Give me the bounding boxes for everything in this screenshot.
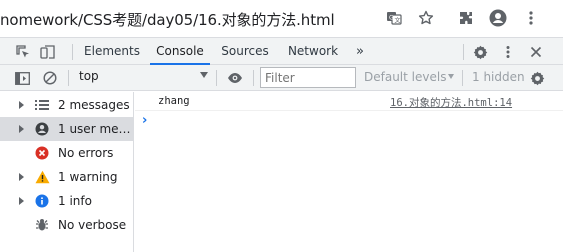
sidebar-toggle-icon[interactable]: [12, 68, 32, 88]
more-vert-icon[interactable]: [498, 42, 518, 62]
sidebar-item-label: No errors: [58, 146, 114, 160]
profile-icon[interactable]: [488, 8, 508, 28]
console-output: zhang 16.对象的方法.html:14 ›: [135, 92, 563, 252]
settings-icon[interactable]: [527, 68, 547, 88]
message-text: zhang: [158, 95, 190, 107]
sidebar-item-errors[interactable]: No errors: [0, 141, 133, 165]
sidebar-item-label: No verbose: [58, 218, 127, 232]
log-levels-dropdown[interactable]: Default levels: [364, 70, 446, 84]
sidebar-item-info[interactable]: 1 info: [0, 189, 133, 213]
sidebar-item-label: 1 user mess...: [58, 122, 133, 136]
bug-icon: [34, 217, 50, 233]
toolbar-divider: [68, 70, 69, 86]
tab-sources[interactable]: Sources: [220, 38, 270, 65]
sidebar-item-label: 2 messages: [58, 98, 130, 112]
expand-arrow-icon[interactable]: [19, 101, 24, 109]
list-icon: [34, 97, 50, 113]
address-bar: nomework/CSS考题/day05/16.对象的方法.html G文: [0, 0, 563, 37]
sidebar-item-user-messages[interactable]: 1 user mess...: [0, 117, 133, 141]
warning-icon: [34, 169, 50, 185]
tab-divider: [463, 44, 464, 60]
toolbar-divider: [462, 70, 463, 86]
clear-icon[interactable]: [40, 68, 60, 88]
settings-icon[interactable]: [470, 42, 490, 62]
star-icon[interactable]: [416, 8, 436, 28]
expand-arrow-icon[interactable]: [19, 173, 24, 181]
sidebar-item-label: 1 warning: [58, 170, 118, 184]
console-sidebar: 2 messages 1 user mess... No errors 1 wa…: [0, 92, 134, 252]
console-message: zhang 16.对象的方法.html:14: [135, 92, 563, 111]
user-icon: [34, 121, 50, 137]
sidebar-item-messages[interactable]: 2 messages: [0, 93, 133, 117]
info-icon: [34, 193, 50, 209]
expand-arrow-icon[interactable]: [19, 197, 24, 205]
extensions-icon[interactable]: [456, 8, 476, 28]
context-selector[interactable]: top: [79, 69, 99, 83]
chevron-down-icon[interactable]: [200, 72, 208, 78]
more-vert-icon[interactable]: [521, 8, 541, 28]
tab-elements[interactable]: Elements: [83, 38, 141, 65]
expand-arrow-icon[interactable]: [19, 125, 24, 133]
filter-input[interactable]: [260, 67, 356, 88]
svg-text:文: 文: [395, 17, 401, 25]
sidebar-item-warnings[interactable]: 1 warning: [0, 165, 133, 189]
translate-icon[interactable]: G文: [384, 8, 404, 28]
svg-text:G: G: [389, 15, 394, 22]
close-icon[interactable]: [526, 42, 546, 62]
error-icon: [34, 145, 50, 161]
sidebar-item-label: 1 info: [58, 194, 92, 208]
url-text[interactable]: nomework/CSS考题/day05/16.对象的方法.html: [0, 9, 335, 30]
more-tabs-button[interactable]: »: [351, 38, 369, 65]
toolbar-divider: [216, 70, 217, 86]
device-toolbar-icon[interactable]: [38, 42, 58, 62]
chevron-down-icon[interactable]: [448, 74, 454, 79]
tab-console[interactable]: Console: [150, 38, 210, 65]
eye-icon[interactable]: [225, 68, 245, 88]
tab-divider: [72, 44, 73, 60]
console-prompt[interactable]: ›: [142, 113, 147, 128]
console-toolbar: top Default levels 1 hidden: [0, 65, 563, 91]
tab-network[interactable]: Network: [285, 38, 341, 65]
hidden-count: 1 hidden: [472, 70, 525, 84]
sidebar-item-verbose[interactable]: No verbose: [0, 213, 133, 237]
inspect-icon[interactable]: [13, 42, 33, 62]
message-source-link[interactable]: 16.对象的方法.html:14: [390, 95, 512, 110]
toolbar-divider: [253, 70, 254, 86]
devtools-tab-bar: Elements Console Sources Network »: [0, 37, 563, 65]
